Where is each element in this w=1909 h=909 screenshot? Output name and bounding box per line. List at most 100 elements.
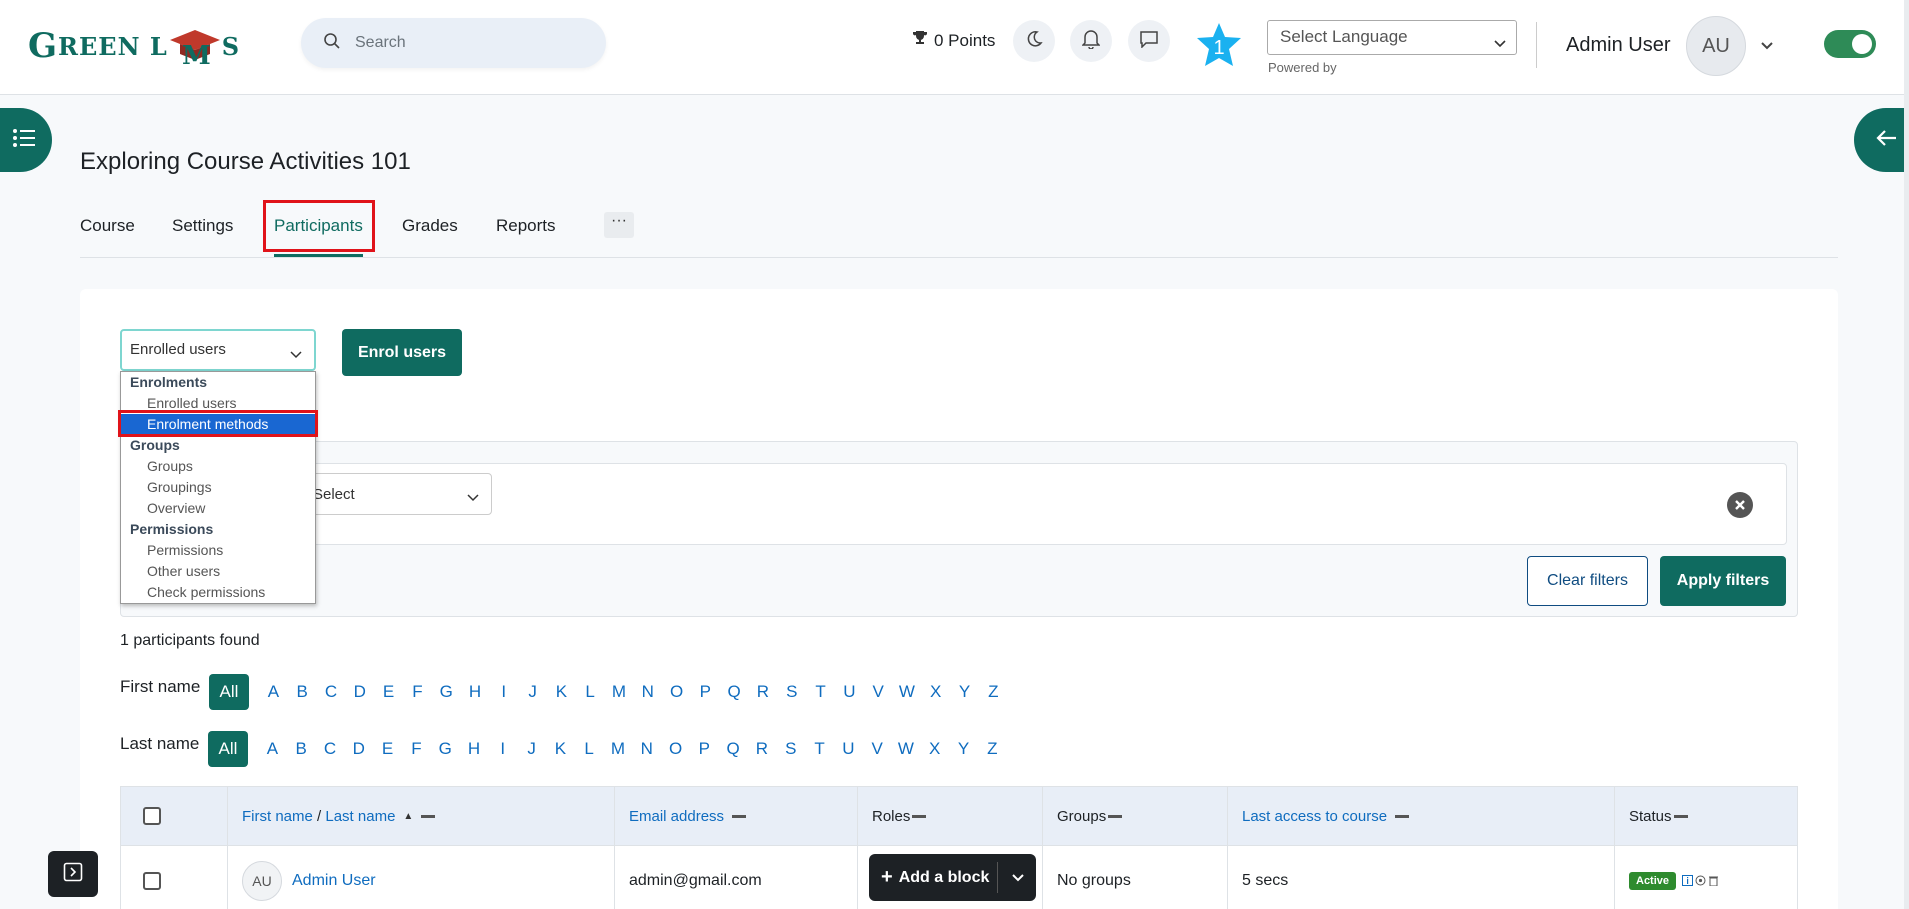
add-block-button[interactable]: + Add a block — [869, 854, 1036, 901]
last-name-letter-w[interactable]: W — [892, 739, 921, 759]
last-name-letter-d[interactable]: D — [344, 739, 373, 759]
last-name-letter-j[interactable]: J — [517, 739, 546, 759]
last-name-letter-m[interactable]: M — [604, 739, 633, 759]
collapse-column-icon[interactable] — [421, 814, 436, 818]
first-name-letter-f[interactable]: F — [403, 682, 432, 702]
option-other-users[interactable]: Other users — [121, 561, 315, 582]
sort-last-name-link[interactable]: Last name — [325, 808, 395, 825]
last-name-letter-z[interactable]: Z — [978, 739, 1007, 759]
sort-first-name-link[interactable]: First name — [242, 808, 313, 825]
last-name-all-button[interactable]: All — [208, 731, 248, 767]
option-permissions[interactable]: Permissions — [121, 540, 315, 561]
points-display[interactable]: 0 Points — [912, 30, 995, 51]
notifications-button[interactable] — [1070, 20, 1112, 62]
last-name-letter-c[interactable]: C — [316, 739, 345, 759]
messages-button[interactable] — [1128, 20, 1170, 62]
first-name-letter-o[interactable]: O — [662, 682, 691, 702]
dark-mode-button[interactable] — [1013, 20, 1055, 62]
last-name-letter-o[interactable]: O — [661, 739, 690, 759]
sort-email-link[interactable]: Email address — [629, 808, 724, 825]
last-name-letter-a[interactable]: A — [258, 739, 287, 759]
first-name-letter-m[interactable]: M — [605, 682, 634, 702]
page-scrollbar[interactable] — [1904, 0, 1909, 909]
option-overview[interactable]: Overview — [121, 498, 315, 519]
tab-grades[interactable]: Grades — [402, 216, 458, 236]
first-name-letter-a[interactable]: A — [259, 682, 288, 702]
more-tabs-button[interactable]: ··· — [604, 212, 634, 238]
user-name[interactable]: Admin User — [1566, 34, 1670, 57]
collapse-column-icon[interactable] — [1395, 814, 1410, 818]
course-index-drawer-button[interactable] — [0, 108, 52, 172]
first-name-letter-x[interactable]: X — [921, 682, 950, 702]
first-name-letter-h[interactable]: H — [461, 682, 490, 702]
user-avatar[interactable]: AU — [1686, 16, 1746, 76]
avatar[interactable]: AU — [242, 860, 282, 901]
last-name-letter-v[interactable]: V — [863, 739, 892, 759]
tab-reports[interactable]: Reports — [496, 216, 556, 236]
first-name-letter-k[interactable]: K — [547, 682, 576, 702]
collapse-column-icon[interactable] — [912, 814, 927, 818]
search-bar[interactable] — [301, 18, 606, 68]
edit-mode-toggle[interactable] — [1824, 30, 1876, 58]
last-name-letter-r[interactable]: R — [748, 739, 777, 759]
first-name-letter-t[interactable]: T — [806, 682, 835, 702]
participants-navigation-select[interactable]: Enrolled users — [120, 329, 316, 371]
remove-filter-icon[interactable] — [1727, 492, 1753, 518]
last-name-letter-t[interactable]: T — [805, 739, 834, 759]
user-menu-chevron-icon[interactable] — [1760, 38, 1774, 56]
last-name-letter-h[interactable]: H — [460, 739, 489, 759]
last-name-letter-y[interactable]: Y — [949, 739, 978, 759]
last-name-letter-e[interactable]: E — [373, 739, 402, 759]
first-name-letter-v[interactable]: V — [864, 682, 893, 702]
last-name-letter-x[interactable]: X — [920, 739, 949, 759]
first-name-letter-u[interactable]: U — [835, 682, 864, 702]
last-name-letter-p[interactable]: P — [690, 739, 719, 759]
participant-name-link[interactable]: Admin User — [292, 872, 376, 890]
trash-icon[interactable] — [1708, 875, 1719, 886]
select-all-checkbox[interactable] — [143, 807, 161, 825]
last-name-letter-u[interactable]: U — [834, 739, 863, 759]
filter-type-select[interactable]: Select — [300, 473, 492, 515]
apply-filters-button[interactable]: Apply filters — [1660, 556, 1786, 606]
first-name-letter-s[interactable]: S — [777, 682, 806, 702]
last-name-letter-f[interactable]: F — [402, 739, 431, 759]
collapse-column-icon[interactable] — [732, 814, 747, 818]
last-name-letter-b[interactable]: B — [287, 739, 316, 759]
info-icon[interactable] — [1682, 875, 1694, 886]
tab-settings[interactable]: Settings — [172, 216, 233, 236]
first-name-letter-i[interactable]: I — [489, 682, 518, 702]
footer-drawer-button[interactable] — [48, 851, 98, 897]
first-name-letter-d[interactable]: D — [345, 682, 374, 702]
first-name-letter-e[interactable]: E — [374, 682, 403, 702]
last-name-letter-s[interactable]: S — [776, 739, 805, 759]
first-name-letter-z[interactable]: Z — [979, 682, 1008, 702]
first-name-letter-b[interactable]: B — [288, 682, 317, 702]
level-star-badge[interactable]: 1 — [1196, 22, 1242, 68]
first-name-letter-y[interactable]: Y — [950, 682, 979, 702]
first-name-letter-r[interactable]: R — [749, 682, 778, 702]
first-name-letter-g[interactable]: G — [432, 682, 461, 702]
first-name-all-button[interactable]: All — [209, 674, 249, 710]
last-name-letter-q[interactable]: Q — [719, 739, 748, 759]
sort-last-access-link[interactable]: Last access to course — [1242, 808, 1387, 825]
first-name-letter-j[interactable]: J — [518, 682, 547, 702]
block-drawer-button[interactable] — [1854, 108, 1909, 172]
language-select[interactable]: Select Language — [1267, 20, 1517, 55]
collapse-column-icon[interactable] — [1673, 814, 1688, 818]
last-name-letter-i[interactable]: I — [488, 739, 517, 759]
option-check-permissions[interactable]: Check permissions — [121, 582, 315, 603]
last-name-letter-k[interactable]: K — [546, 739, 575, 759]
search-input[interactable] — [355, 34, 575, 52]
chevron-down-icon[interactable] — [1011, 870, 1025, 888]
last-name-letter-n[interactable]: N — [632, 739, 661, 759]
collapse-column-icon[interactable] — [1108, 814, 1123, 818]
tab-course[interactable]: Course — [80, 216, 135, 236]
option-groups[interactable]: Groups — [121, 456, 315, 477]
last-name-letter-g[interactable]: G — [431, 739, 460, 759]
first-name-letter-p[interactable]: P — [691, 682, 720, 702]
site-logo[interactable]: G REEN L M S — [28, 26, 240, 71]
enrol-users-button[interactable]: Enrol users — [342, 329, 462, 376]
first-name-letter-n[interactable]: N — [633, 682, 662, 702]
clear-filters-button[interactable]: Clear filters — [1527, 556, 1648, 606]
settings-icon[interactable] — [1695, 875, 1706, 886]
